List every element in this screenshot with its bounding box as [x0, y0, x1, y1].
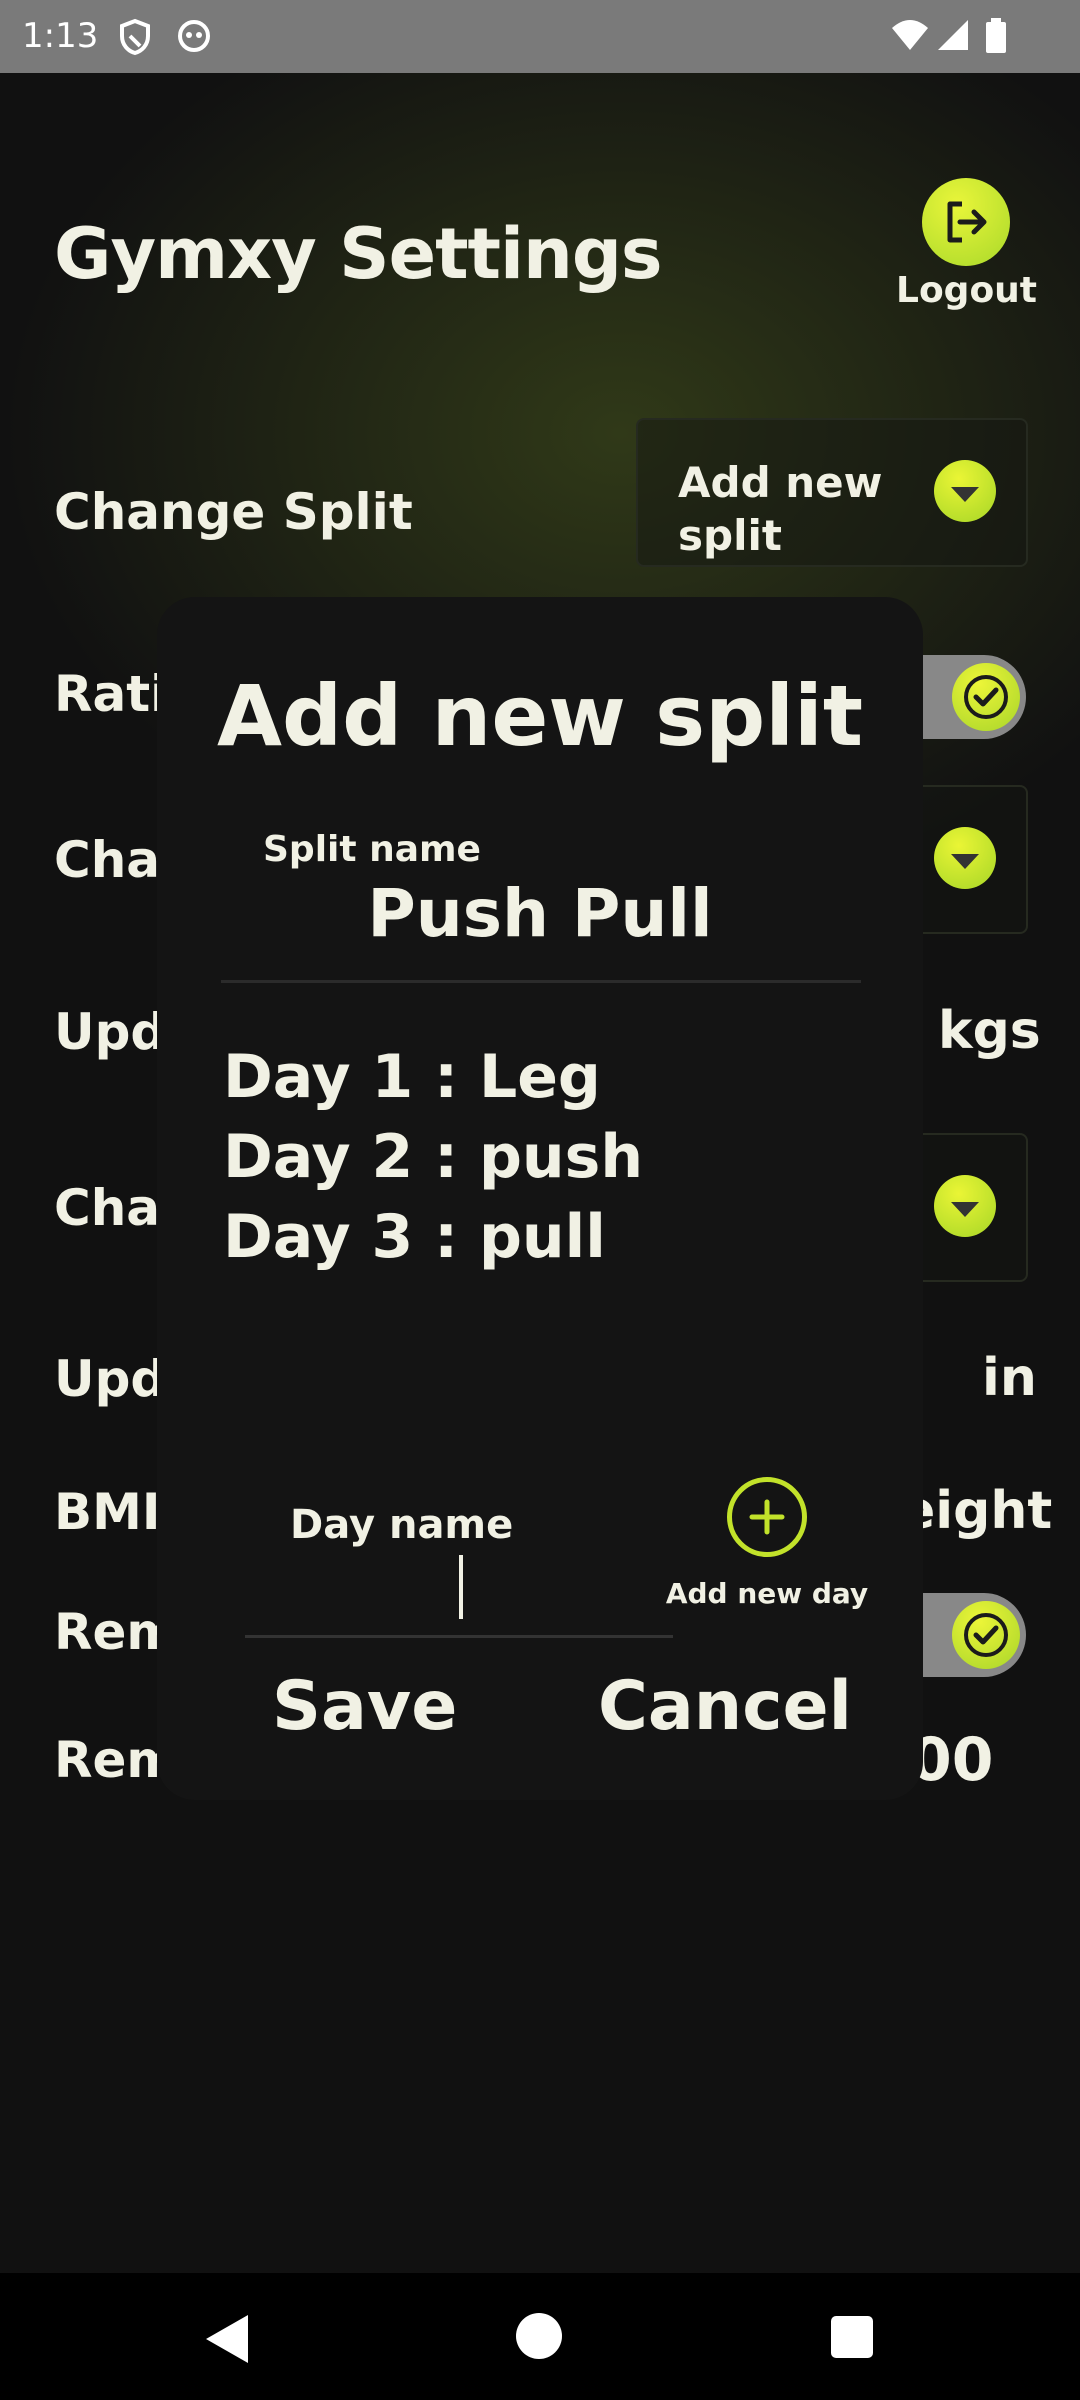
chevron-down-icon [934, 827, 996, 889]
save-button[interactable]: Save [272, 1667, 457, 1746]
recent-apps-icon[interactable] [831, 2316, 873, 2358]
day-list: Day 1 : Leg Day 2 : push Day 3 : pull [223, 1037, 643, 1277]
change-split-value: Add new split [678, 458, 883, 560]
add-new-day-label: Add new day [665, 1577, 869, 1610]
split-name-underline [221, 980, 861, 983]
battery-icon [984, 18, 1008, 58]
day-name-label: Day name [290, 1502, 514, 1548]
setting-row-6-label: Upd [54, 1350, 167, 1408]
page-title: Gymxy Settings [54, 213, 663, 295]
day-list-item: Day 1 : Leg [223, 1042, 601, 1112]
day-list-item: Day 3 : pull [223, 1202, 606, 1272]
dialog-title: Add new split [217, 667, 863, 765]
day-name-input[interactable] [459, 1555, 463, 1619]
home-icon[interactable] [516, 2313, 562, 2359]
add-new-day-button[interactable]: Add new day [657, 1477, 877, 1610]
face-icon [176, 18, 212, 58]
split-name-input[interactable]: Push Pull [157, 875, 923, 952]
change-split-label: Change Split [54, 483, 413, 541]
logout-button[interactable]: Logout [896, 178, 1038, 311]
chevron-down-icon [934, 460, 996, 522]
status-bar: 1:13 [0, 0, 1080, 73]
wifi-icon [890, 18, 930, 56]
add-split-dialog: Add new split Split name Push Pull Day 1… [157, 597, 923, 1800]
day-list-item: Day 2 : push [223, 1122, 644, 1192]
shield-icon [118, 18, 152, 60]
day-name-underline [245, 1635, 673, 1638]
setting-row-2-label: Rati [54, 665, 168, 723]
check-circle-icon [952, 663, 1020, 731]
check-circle-icon [952, 1601, 1020, 1669]
back-icon[interactable] [206, 2315, 248, 2363]
split-name-label: Split name [263, 829, 481, 870]
chevron-down-icon [934, 1175, 996, 1237]
plus-icon [727, 1477, 807, 1557]
navigation-bar [0, 2273, 1080, 2400]
status-time: 1:13 [22, 16, 99, 56]
setting-row-4-label: Upd [54, 1003, 167, 1061]
setting-row-4-value: kgs [938, 1001, 1041, 1061]
change-split-dropdown[interactable]: Add new split [636, 418, 1028, 567]
signal-icon [936, 18, 970, 56]
setting-row-6-value: in [982, 1348, 1037, 1408]
setting-row-7-label: BMI [54, 1483, 161, 1541]
logout-label: Logout [896, 270, 1038, 311]
logout-icon [922, 178, 1010, 266]
cancel-button[interactable]: Cancel [598, 1667, 852, 1746]
